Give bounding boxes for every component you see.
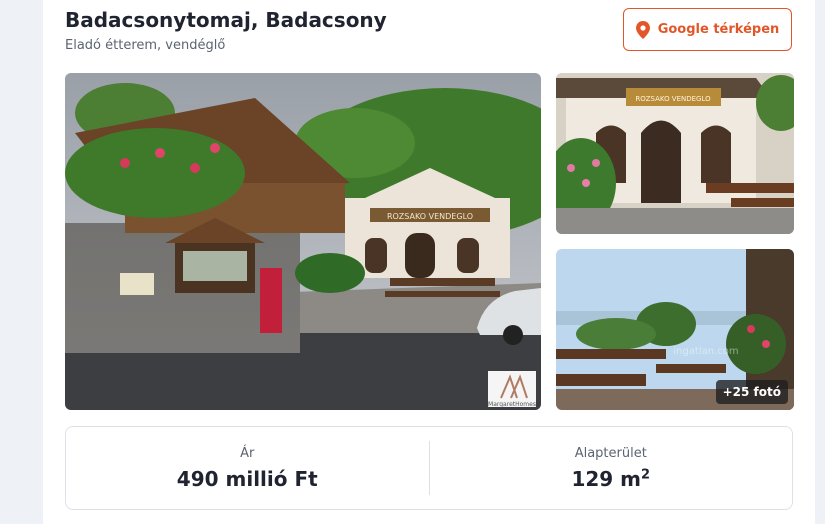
gallery-photo-2[interactable]: ingatlan.com +25 fotó xyxy=(556,249,794,410)
price-stat: Ár 490 millió Ft xyxy=(66,427,429,509)
map-pin-icon xyxy=(635,20,650,39)
price-value: 490 millió Ft xyxy=(176,466,318,491)
listing-title: Badacsonytomaj, Badacsony xyxy=(65,8,387,32)
google-maps-button[interactable]: Google térképen xyxy=(623,8,792,51)
bottom-photo-watermark: ingatlan.com xyxy=(673,346,738,357)
gallery-photo-1[interactable]: ROZSAKO VENDEGLO xyxy=(556,73,794,234)
price-label: Ár xyxy=(240,445,255,461)
listing-subtitle: Eladó étterem, vendéglő xyxy=(65,38,226,53)
area-label: Alapterület xyxy=(574,445,647,461)
google-maps-button-label: Google térképen xyxy=(657,22,780,37)
area-value-wrapper: 129 m2 xyxy=(571,467,650,491)
top-photo-sign: ROZSAKO VENDEGLO xyxy=(635,95,711,103)
main-photo[interactable]: ROZSAKO VENDEGLO MargaretHomes xyxy=(65,73,541,410)
area-unit-exponent: 2 xyxy=(641,466,651,482)
area-value: 129 m xyxy=(571,466,641,491)
area-stat: Alapterület 129 m2 xyxy=(430,427,793,509)
main-photo-watermark: MargaretHomes xyxy=(488,401,536,408)
listing-card: Badacsonytomaj, Badacsony Eladó étterem,… xyxy=(43,0,815,524)
more-photos-badge[interactable]: +25 fotó xyxy=(715,380,788,404)
listing-stats: Ár 490 millió Ft Alapterület 129 m2 xyxy=(65,426,793,510)
main-photo-sign: ROZSAKO VENDEGLO xyxy=(387,212,473,221)
